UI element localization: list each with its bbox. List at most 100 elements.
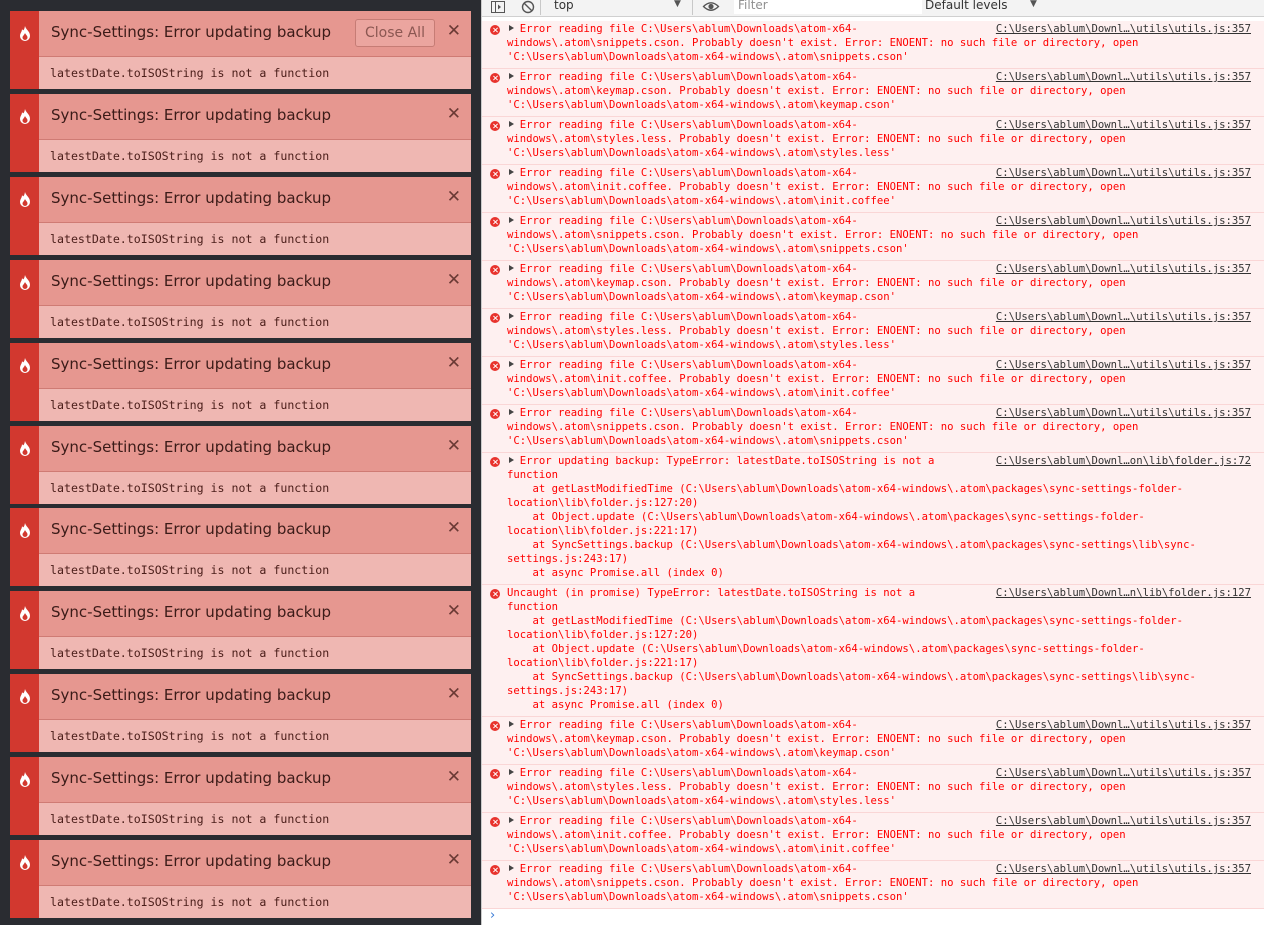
atom-notification-area: Sync-Settings: Error updating backup Clos… [0, 0, 481, 925]
close-icon[interactable]: ✕ [447, 436, 461, 456]
source-link[interactable]: C:\Users\ablum\Downl…on\lib\folder.js:72 [989, 454, 1251, 468]
notification-header: Sync-Settings: Error updating backup Clos… [39, 11, 471, 57]
error-icon [490, 865, 500, 875]
console-error-entry[interactable]: Error reading file C:\Users\ablum\Downlo… [482, 309, 1264, 357]
source-link[interactable]: C:\Users\ablum\Downl…\utils\utils.js:357 [989, 22, 1251, 36]
flame-icon [20, 109, 30, 124]
console-error-entry[interactable]: Error reading file C:\Users\ablum\Downlo… [482, 717, 1264, 765]
source-link[interactable]: C:\Users\ablum\Downl…\utils\utils.js:357 [989, 862, 1251, 876]
console-error-entry[interactable]: Error reading file C:\Users\ablum\Downlo… [482, 117, 1264, 165]
notification-header: Sync-Settings: Error updating backup ✕ [39, 674, 471, 720]
error-icon [490, 73, 500, 83]
console-message-text: Uncaught (in promise) TypeError: latestD… [507, 587, 1196, 711]
console-error-entry[interactable]: Error updating backup: TypeError: latest… [482, 453, 1264, 585]
console-error-entry[interactable]: Error reading file C:\Users\ablum\Downlo… [482, 213, 1264, 261]
context-selector[interactable]: top [544, 0, 689, 15]
notification-card: Sync-Settings: Error updating backup ✕ lat… [10, 508, 471, 586]
source-link[interactable]: C:\Users\ablum\Downl…\utils\utils.js:357 [989, 262, 1251, 276]
flame-icon [20, 689, 30, 704]
notification-card: Sync-Settings: Error updating backup Clos… [10, 11, 471, 89]
log-levels-value: Default levels [925, 0, 1008, 12]
console-error-entry[interactable]: Error reading file C:\Users\ablum\Downlo… [482, 765, 1264, 813]
notification-header: Sync-Settings: Error updating backup ✕ [39, 426, 471, 472]
notification-card: Sync-Settings: Error updating backup ✕ lat… [10, 840, 471, 918]
notification-title: Sync-Settings: Error updating backup [51, 189, 332, 207]
console-error-entry[interactable]: Error reading file C:\Users\ablum\Downlo… [482, 405, 1264, 453]
console-error-entry[interactable]: Uncaught (in promise) TypeError: latestD… [482, 585, 1264, 717]
error-icon [490, 121, 500, 131]
console-error-entry[interactable]: Error reading file C:\Users\ablum\Downlo… [482, 21, 1264, 69]
chevron-down-icon: ▼ [674, 0, 681, 9]
console-error-entry[interactable]: Error reading file C:\Users\ablum\Downlo… [482, 861, 1264, 909]
close-icon[interactable]: ✕ [447, 601, 461, 621]
error-icon [490, 721, 500, 731]
notification-card: Sync-Settings: Error updating backup ✕ lat… [10, 591, 471, 669]
log-levels-dropdown[interactable]: Default levels [925, 0, 1007, 12]
close-icon[interactable]: ✕ [447, 850, 461, 870]
console-error-entry[interactable]: Error reading file C:\Users\ablum\Downlo… [482, 69, 1264, 117]
notification-header: Sync-Settings: Error updating backup ✕ [39, 591, 471, 637]
notification-header: Sync-Settings: Error updating backup ✕ [39, 508, 471, 554]
source-link[interactable]: C:\Users\ablum\Downl…n\lib\folder.js:127 [989, 586, 1251, 600]
devtools-console: top ▼ Default levels ▼ Error reading fil… [482, 0, 1264, 925]
close-icon[interactable]: ✕ [447, 270, 461, 290]
close-all-button[interactable]: Close All [355, 19, 435, 47]
close-icon[interactable]: ✕ [447, 21, 461, 41]
source-link[interactable]: C:\Users\ablum\Downl…\utils\utils.js:357 [989, 814, 1251, 828]
notification-header: Sync-Settings: Error updating backup ✕ [39, 94, 471, 140]
notification-accent-bar [10, 757, 39, 835]
chevron-down-icon: ▼ [1030, 0, 1037, 9]
notification-header: Sync-Settings: Error updating backup ✕ [39, 343, 471, 389]
error-icon [490, 589, 500, 599]
clear-console-icon[interactable] [520, 0, 536, 15]
eye-icon[interactable] [702, 0, 720, 15]
notification-body: latestDate.toISOString is not a function [39, 803, 471, 835]
close-icon[interactable]: ✕ [447, 353, 461, 373]
notification-card: Sync-Settings: Error updating backup ✕ lat… [10, 674, 471, 752]
flame-icon [20, 275, 30, 290]
source-link[interactable]: C:\Users\ablum\Downl…\utils\utils.js:357 [989, 358, 1251, 372]
notification-body: latestDate.toISOString is not a function [39, 223, 471, 255]
notification-accent-bar [10, 260, 39, 338]
console-toolbar: top ▼ Default levels ▼ [482, 0, 1264, 17]
source-link[interactable]: C:\Users\ablum\Downl…\utils\utils.js:357 [989, 406, 1251, 420]
console-error-entry[interactable]: Error reading file C:\Users\ablum\Downlo… [482, 261, 1264, 309]
flame-icon [20, 441, 30, 456]
notification-card: Sync-Settings: Error updating backup ✕ lat… [10, 94, 471, 172]
notification-body: latestDate.toISOString is not a function [39, 637, 471, 669]
source-link[interactable]: C:\Users\ablum\Downl…\utils\utils.js:357 [989, 766, 1251, 780]
notification-card: Sync-Settings: Error updating backup ✕ lat… [10, 260, 471, 338]
close-icon[interactable]: ✕ [447, 767, 461, 787]
source-link[interactable]: C:\Users\ablum\Downl…\utils\utils.js:357 [989, 70, 1251, 84]
notification-accent-bar [10, 11, 39, 89]
sidebar-toggle-icon[interactable] [490, 0, 506, 15]
source-link[interactable]: C:\Users\ablum\Downl…\utils\utils.js:357 [989, 118, 1251, 132]
notification-message: latestDate.toISOString is not a function [50, 646, 330, 660]
console-prompt-icon[interactable]: › [490, 908, 495, 923]
error-icon [490, 769, 500, 779]
notification-body: latestDate.toISOString is not a function [39, 886, 471, 918]
error-icon [490, 265, 500, 275]
filter-input[interactable] [734, 0, 922, 14]
close-icon[interactable]: ✕ [447, 684, 461, 704]
error-icon [490, 409, 500, 419]
error-icon [490, 313, 500, 323]
notification-body: latestDate.toISOString is not a function [39, 306, 471, 338]
source-link[interactable]: C:\Users\ablum\Downl…\utils\utils.js:357 [989, 214, 1251, 228]
source-link[interactable]: C:\Users\ablum\Downl…\utils\utils.js:357 [989, 310, 1251, 324]
console-error-entry[interactable]: Error reading file C:\Users\ablum\Downlo… [482, 813, 1264, 861]
source-link[interactable]: C:\Users\ablum\Downl…\utils\utils.js:357 [989, 166, 1251, 180]
notification-message: latestDate.toISOString is not a function [50, 398, 330, 412]
notification-body: latestDate.toISOString is not a function [39, 389, 471, 421]
notification-message: latestDate.toISOString is not a function [50, 232, 330, 246]
close-icon[interactable]: ✕ [447, 104, 461, 124]
console-error-entry[interactable]: Error reading file C:\Users\ablum\Downlo… [482, 357, 1264, 405]
flame-icon [20, 26, 30, 41]
console-error-entry[interactable]: Error reading file C:\Users\ablum\Downlo… [482, 165, 1264, 213]
notification-body: latestDate.toISOString is not a function [39, 57, 471, 89]
notification-message: latestDate.toISOString is not a function [50, 895, 330, 909]
notification-message: latestDate.toISOString is not a function [50, 481, 330, 495]
close-icon[interactable]: ✕ [447, 518, 461, 538]
source-link[interactable]: C:\Users\ablum\Downl…\utils\utils.js:357 [989, 718, 1251, 732]
close-icon[interactable]: ✕ [447, 187, 461, 207]
